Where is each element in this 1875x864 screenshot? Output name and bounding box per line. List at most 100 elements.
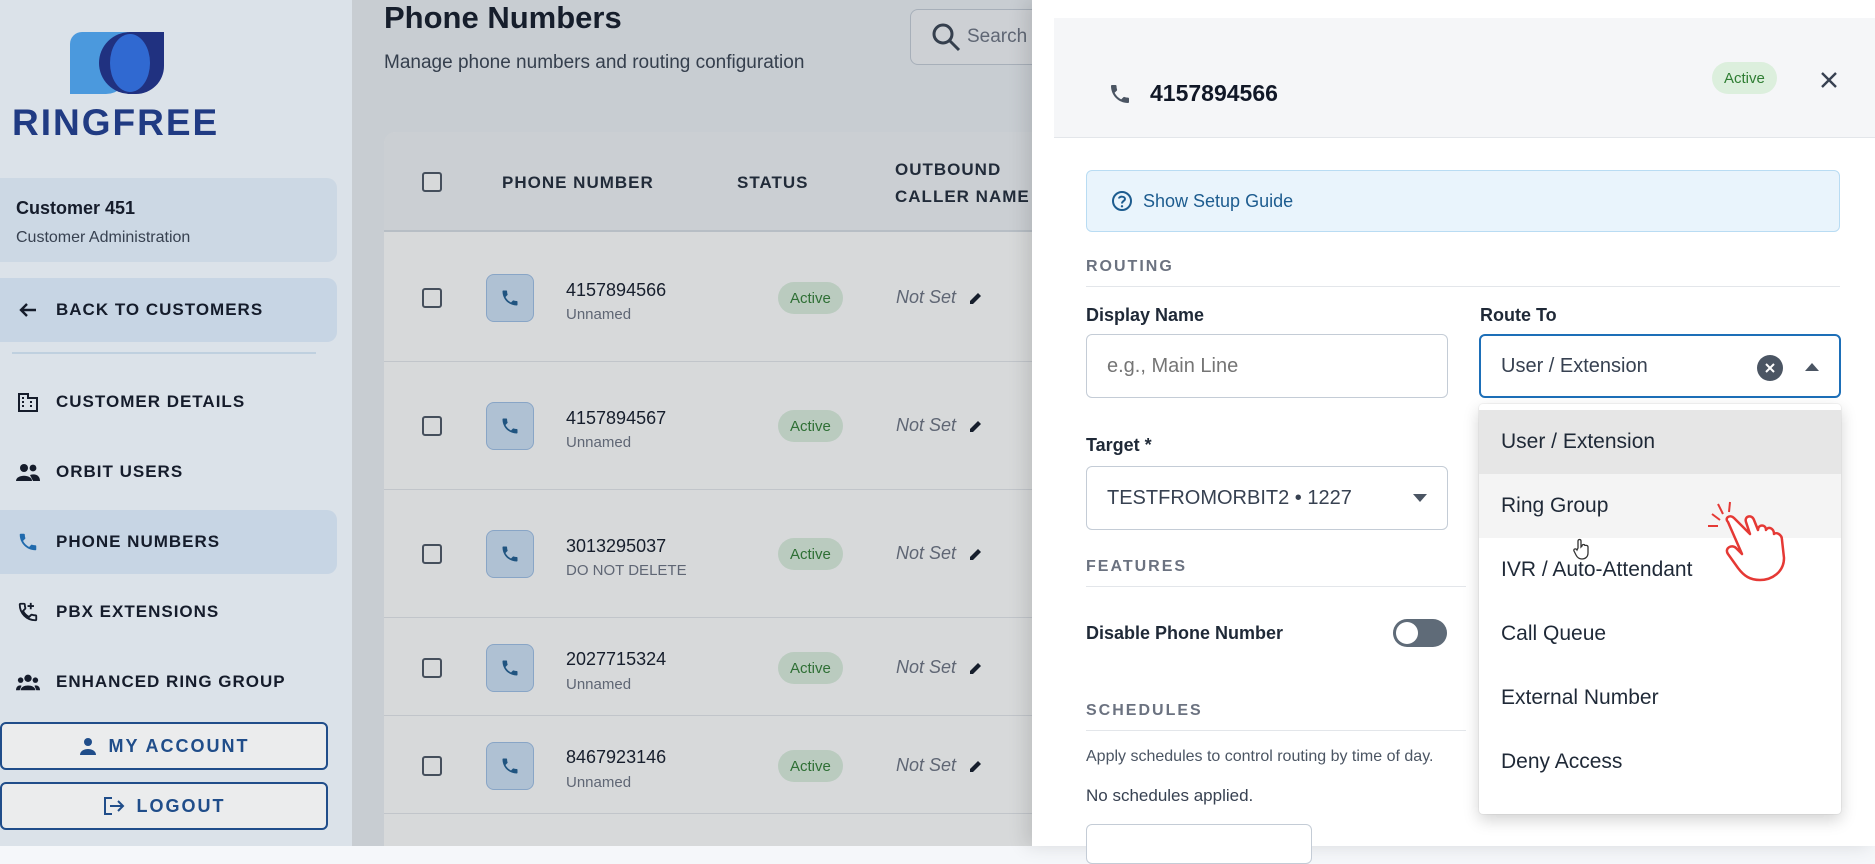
- route-option-external-number[interactable]: External Number: [1479, 666, 1841, 730]
- phone-numbers-table: PHONE NUMBER STATUS OUTBOUND CALLER NAME…: [384, 132, 1032, 846]
- sidebar-item-label: PBX EXTENSIONS: [56, 602, 220, 621]
- edit-icon[interactable]: [968, 758, 984, 774]
- toggle-knob: [1396, 622, 1418, 644]
- phone-icon: [486, 402, 534, 450]
- phone-icon: [486, 742, 534, 790]
- schedules-section-title: SCHEDULES: [1086, 702, 1203, 719]
- person-icon: [79, 737, 97, 755]
- caller-name-cell: Not Set: [896, 755, 984, 776]
- column-outbound[interactable]: OUTBOUND: [895, 156, 1001, 183]
- table-row[interactable]: 4157894567 Unnamed Active Not Set: [384, 362, 1032, 490]
- phone-number: 4157894567: [566, 408, 667, 428]
- sidebar-item-orbit-users[interactable]: ORBIT USERS: [0, 440, 337, 504]
- status-badge: Active: [778, 652, 843, 684]
- building-icon: [16, 390, 40, 414]
- phone-number: 2027715324: [566, 649, 667, 669]
- route-to-select[interactable]: User / Extension: [1479, 334, 1841, 398]
- row-checkbox[interactable]: [422, 544, 442, 564]
- show-setup-guide-button[interactable]: Show Setup Guide: [1086, 170, 1840, 232]
- close-icon[interactable]: [1815, 66, 1843, 94]
- caller-name-cell: Not Set: [896, 287, 984, 308]
- edit-icon[interactable]: [968, 418, 984, 434]
- phone-icon: [16, 530, 40, 554]
- row-checkbox[interactable]: [422, 288, 442, 308]
- route-option-user-extension[interactable]: User / Extension: [1479, 410, 1841, 474]
- sidebar-item-customer-details[interactable]: CUSTOMER DETAILS: [0, 370, 337, 434]
- route-to-value: User / Extension: [1501, 354, 1648, 377]
- column-phone-number[interactable]: PHONE NUMBER: [502, 169, 654, 196]
- sidebar-item-phone-numbers[interactable]: PHONE NUMBERS: [0, 510, 337, 574]
- clear-selection-icon[interactable]: [1757, 355, 1783, 381]
- page-subtitle: Manage phone numbers and routing configu…: [384, 52, 805, 73]
- status-badge: Active: [778, 750, 843, 782]
- phone-icon: [486, 274, 534, 322]
- row-checkbox[interactable]: [422, 756, 442, 776]
- logo-mark-icon: [70, 32, 164, 94]
- section-divider: [1086, 286, 1840, 287]
- table-row[interactable]: 8467923146 Unnamed Active Not Set: [384, 716, 1032, 814]
- group-icon: [16, 670, 40, 694]
- nav-divider: [12, 352, 316, 354]
- row-checkbox[interactable]: [422, 658, 442, 678]
- cursor-icon: [1573, 538, 1589, 560]
- target-value: TESTFROMORBIT2 • 1227: [1107, 486, 1352, 509]
- status-badge: Active: [778, 538, 843, 570]
- target-select[interactable]: TESTFROMORBIT2 • 1227: [1086, 466, 1448, 530]
- edit-icon[interactable]: [968, 546, 984, 562]
- section-divider: [1086, 730, 1466, 731]
- edit-icon[interactable]: [968, 290, 984, 306]
- select-all-checkbox[interactable]: [422, 172, 442, 192]
- customer-subtitle: Customer Administration: [16, 229, 191, 246]
- caller-name-value: Not Set: [896, 755, 957, 775]
- disable-phone-number-label: Disable Phone Number: [1086, 623, 1284, 643]
- route-option-deny-access[interactable]: Deny Access: [1479, 730, 1841, 794]
- logout-icon: [103, 796, 125, 816]
- sidebar-item-label: ENHANCED RING GROUP: [56, 672, 286, 691]
- table-row[interactable]: 4157894566 Unnamed Active Not Set: [384, 234, 1032, 362]
- phone-number-name: DO NOT DELETE: [566, 562, 687, 579]
- sidebar-item-label: ORBIT USERS: [56, 462, 184, 481]
- phone-number: 8467923146: [566, 747, 667, 767]
- caller-name-value: Not Set: [896, 287, 957, 307]
- search-icon: [931, 22, 961, 52]
- page-title: Phone Numbers: [384, 0, 622, 35]
- features-section-title: FEATURES: [1086, 558, 1188, 575]
- sidebar: RINGFREE Customer 451 Customer Administr…: [0, 0, 352, 846]
- brand-name: RINGFREE: [12, 102, 220, 143]
- disable-phone-number-toggle[interactable]: [1393, 619, 1447, 647]
- my-account-button[interactable]: MY ACCOUNT: [0, 722, 328, 770]
- sidebar-item-pbx-extensions[interactable]: PBX EXTENSIONS: [0, 580, 337, 644]
- ringfree-logo[interactable]: RINGFREE: [12, 30, 222, 150]
- chevron-down-icon[interactable]: [1413, 494, 1427, 502]
- display-name-input[interactable]: [1086, 334, 1448, 398]
- phone-number: 4157894566: [566, 280, 667, 300]
- users-icon: [16, 460, 40, 484]
- arrow-left-icon: [16, 298, 40, 322]
- table-row[interactable]: 3013295037 DO NOT DELETE Active Not Set: [384, 490, 1032, 618]
- column-status[interactable]: STATUS: [737, 169, 808, 196]
- target-label: Target *: [1086, 435, 1152, 455]
- section-divider: [1086, 586, 1466, 587]
- status-badge: Active: [778, 410, 843, 442]
- main-content: Phone Numbers Manage phone numbers and r…: [352, 0, 1032, 846]
- show-setup-guide-label: Show Setup Guide: [1143, 190, 1294, 211]
- sidebar-item-label: CUSTOMER DETAILS: [56, 392, 246, 411]
- logout-button[interactable]: LOGOUT: [0, 782, 328, 830]
- status-badge: Active: [1712, 62, 1777, 94]
- table-row[interactable]: 2027715324 Unnamed Active Not Set: [384, 618, 1032, 716]
- search-input[interactable]: Search: [910, 9, 1032, 65]
- phone-icon: [486, 530, 534, 578]
- logout-label: LOGOUT: [136, 795, 226, 816]
- edit-icon[interactable]: [968, 660, 984, 676]
- status-badge: Active: [778, 282, 843, 314]
- apply-schedule-button[interactable]: [1086, 824, 1312, 864]
- route-to-menu: User / Extension Ring Group IVR / Auto-A…: [1479, 404, 1841, 814]
- phone-number-name: Unnamed: [566, 434, 632, 451]
- routing-section-title: ROUTING: [1086, 258, 1174, 275]
- column-caller-name: CALLER NAME: [895, 187, 1030, 206]
- route-option-call-queue[interactable]: Call Queue: [1479, 602, 1841, 666]
- chevron-up-icon[interactable]: [1805, 363, 1819, 371]
- route-to-label: Route To: [1480, 305, 1557, 325]
- back-to-customers-button[interactable]: BACK TO CUSTOMERS: [0, 278, 337, 342]
- row-checkbox[interactable]: [422, 416, 442, 436]
